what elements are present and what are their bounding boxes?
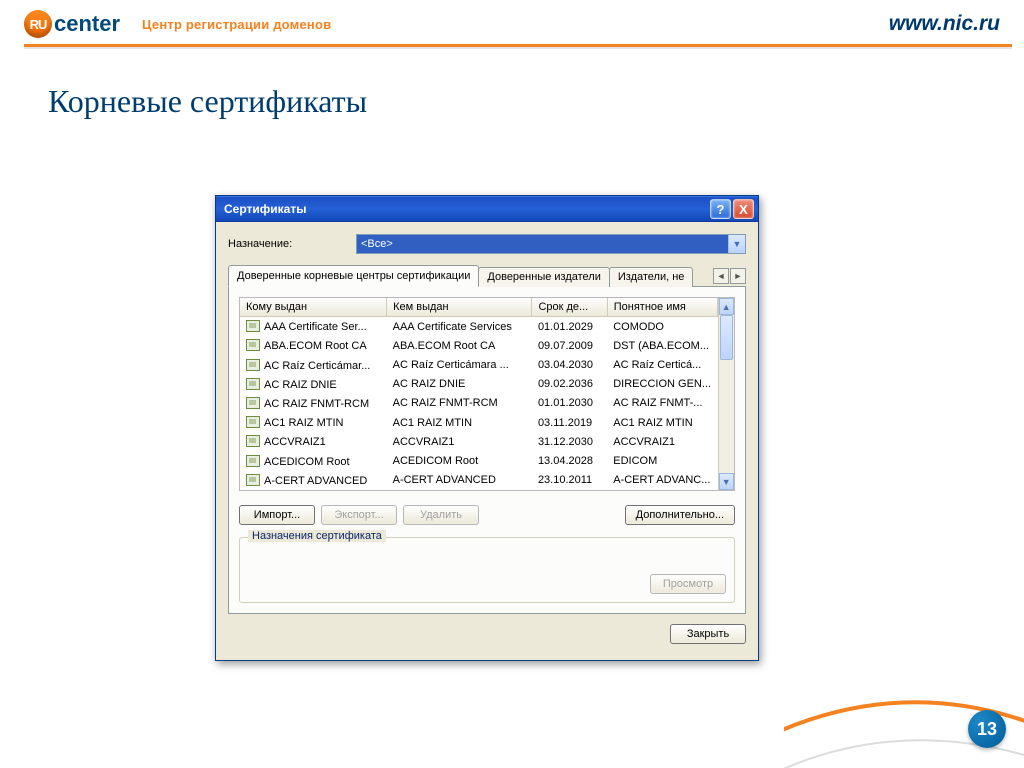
brand-subtitle: Центр регистрации доменов [142,17,331,32]
certificate-icon [246,474,260,486]
scroll-down-button[interactable]: ▼ [719,473,734,490]
purpose-label: Назначение: [228,238,348,250]
tab-scroll-left[interactable]: ◄ [713,268,729,284]
groupbox-legend: Назначения сертификата [248,530,386,542]
table-row[interactable]: AC RAIZ DNIEAC RAIZ DNIE09.02.2036DIRECC… [240,375,717,394]
certificate-icon [246,397,260,409]
certificate-icon [246,339,260,351]
certificate-icon [246,455,260,467]
scroll-track[interactable] [719,315,734,473]
table-header-row[interactable]: Кому выдан Кем выдан Срок де... Понятное… [240,298,717,317]
scroll-thumb[interactable] [720,315,733,360]
table-row[interactable]: ACEDICOM RootACEDICOM Root13.04.2028EDIC… [240,451,717,470]
header-divider-grey [24,47,1012,49]
tab-strip: Доверенные корневые центры сертификации … [228,264,746,287]
tab-scroll-buttons: ◄ ► [713,268,746,286]
tab-trusted-publishers[interactable]: Доверенные издатели [478,267,609,287]
tab-untrusted-publishers[interactable]: Издатели, не [609,267,694,287]
page-number-badge: 13 [968,710,1006,748]
chevron-down-icon[interactable]: ▼ [728,235,745,253]
help-button[interactable]: ? [710,199,731,219]
table-row[interactable]: AC RAIZ FNMT-RCMAC RAIZ FNMT-RCM01.01.20… [240,394,717,413]
delete-button: Удалить [403,505,479,525]
certificates-table[interactable]: Кому выдан Кем выдан Срок де... Понятное… [239,297,735,491]
footer-swoosh [784,648,1024,768]
logo-text: center [54,11,120,37]
col-issued-to[interactable]: Кому выдан [240,298,387,317]
vertical-scrollbar[interactable]: ▲ ▼ [718,298,734,490]
tab-scroll-right[interactable]: ► [730,268,746,284]
col-friendly[interactable]: Понятное имя [607,298,717,317]
table-row[interactable]: A-CERT ADVANCEDA-CERT ADVANCED23.10.2011… [240,471,717,490]
certificate-icon [246,416,260,428]
export-button: Экспорт... [321,505,397,525]
scroll-up-button[interactable]: ▲ [719,298,734,315]
certificates-dialog: Сертификаты ? X Назначение: <Все> ▼ Дове… [215,195,759,661]
brand-header: RU center Центр регистрации доменов www.… [0,0,1024,44]
brand-logo: RU center [24,10,120,38]
table-row[interactable]: ACCVRAIZ1ACCVRAIZ131.12.2030ACCVRAIZ1 [240,432,717,451]
table-row[interactable]: AC1 RAIZ MTINAC1 RAIZ MTIN03.11.2019AC1 … [240,413,717,432]
certificate-icon [246,320,260,332]
logo-mark: RU [24,10,52,38]
view-button: Просмотр [650,574,726,594]
cert-purposes-groupbox: Назначения сертификата Просмотр [239,537,735,603]
certificate-icon [246,359,260,371]
table-row[interactable]: ABA.ECOM Root CAABA.ECOM Root CA09.07.20… [240,336,717,355]
close-icon[interactable]: X [733,199,754,219]
table-row[interactable]: AAA Certificate Ser...AAA Certificate Se… [240,317,717,337]
col-expires[interactable]: Срок де... [532,298,607,317]
table-row[interactable]: AC Raíz Certicámar...AC Raíz Certicámara… [240,355,717,374]
certificate-icon [246,378,260,390]
purpose-selected: <Все> [357,235,728,253]
slide-title: Корневые сертификаты [48,83,1024,120]
advanced-button[interactable]: Дополнительно... [625,505,735,525]
import-button[interactable]: Импорт... [239,505,315,525]
tab-trusted-root-ca[interactable]: Доверенные корневые центры сертификации [228,265,479,287]
purpose-combobox[interactable]: <Все> ▼ [356,234,746,254]
brand-url: www.nic.ru [889,12,1000,36]
close-button[interactable]: Закрыть [670,624,746,644]
col-issued-by[interactable]: Кем выдан [387,298,532,317]
dialog-title: Сертификаты [224,202,306,216]
certificate-icon [246,435,260,447]
dialog-titlebar[interactable]: Сертификаты ? X [216,196,758,222]
